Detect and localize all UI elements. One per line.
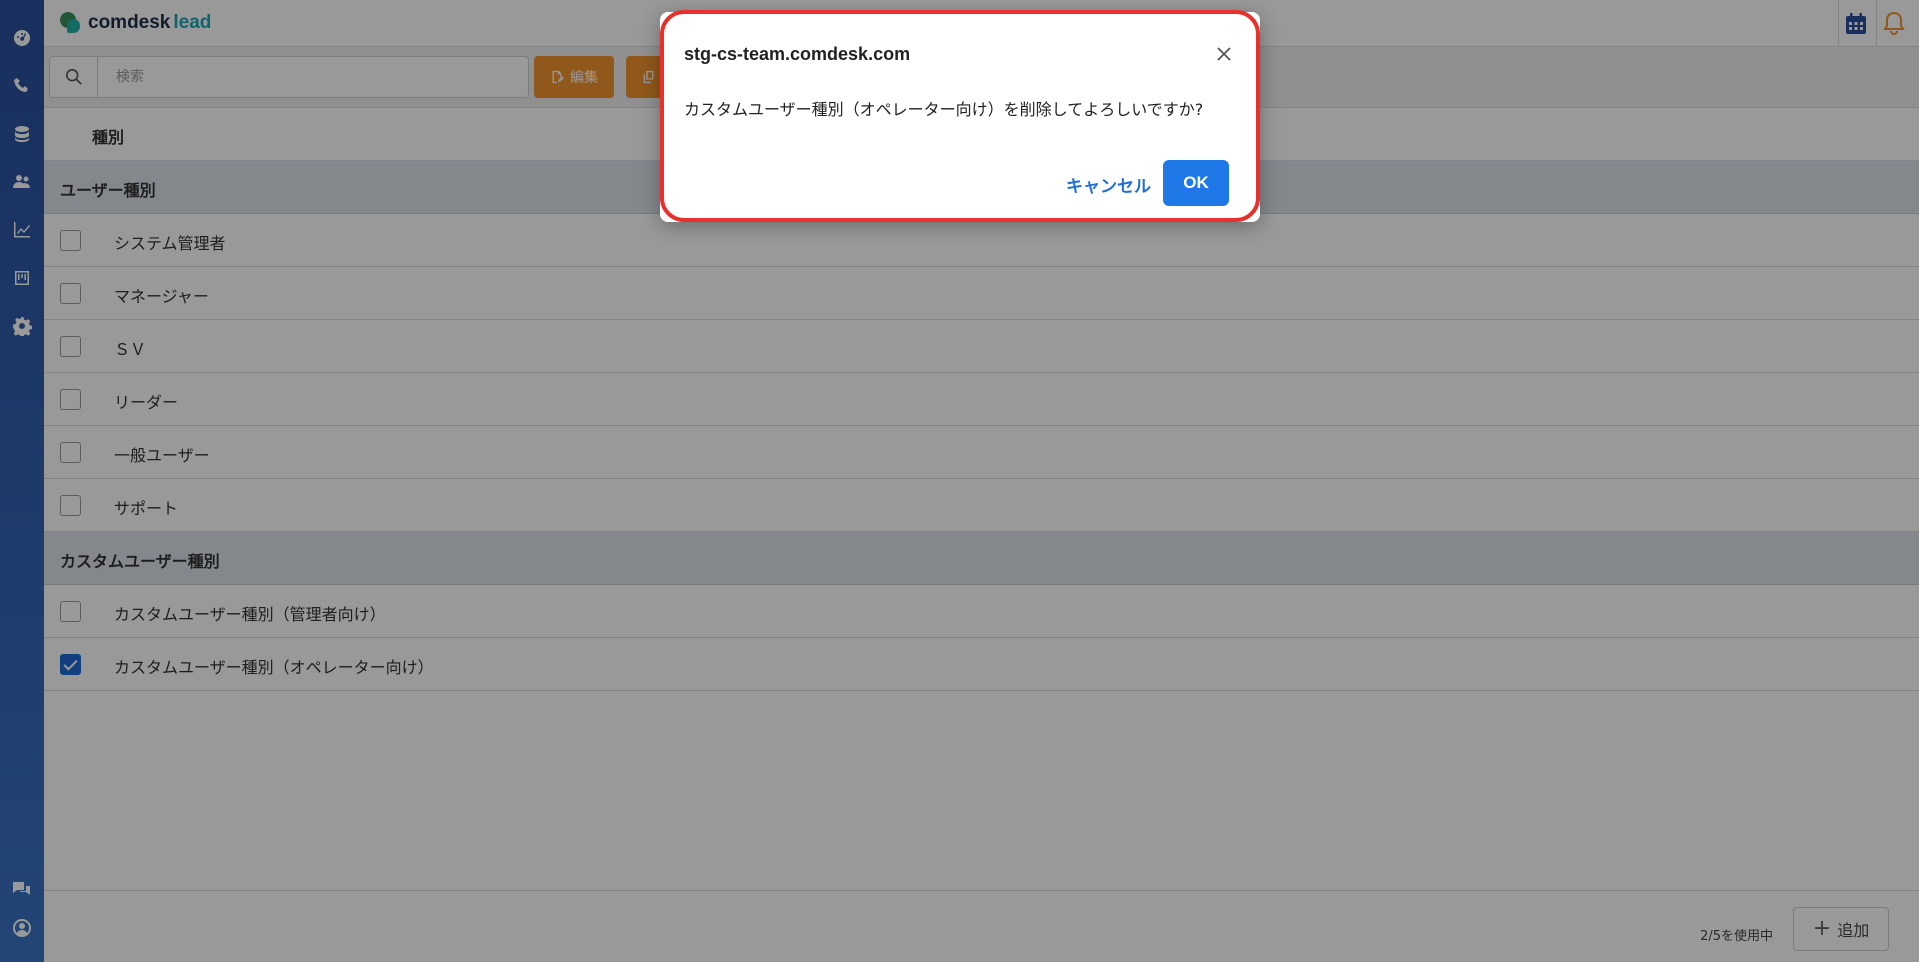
dialog-message: カスタムユーザー種別（オペレーター向け）を削除してよろしいですか? bbox=[684, 100, 1204, 119]
dialog-title: stg-cs-team.comdesk.com bbox=[684, 44, 911, 64]
ok-button[interactable]: OK bbox=[1163, 160, 1229, 206]
confirm-dialog: stg-cs-team.comdesk.com カスタムユーザー種別（オペレータ… bbox=[660, 12, 1260, 222]
cancel-button[interactable]: キャンセル bbox=[1054, 162, 1163, 206]
close-icon[interactable] bbox=[1212, 42, 1236, 66]
